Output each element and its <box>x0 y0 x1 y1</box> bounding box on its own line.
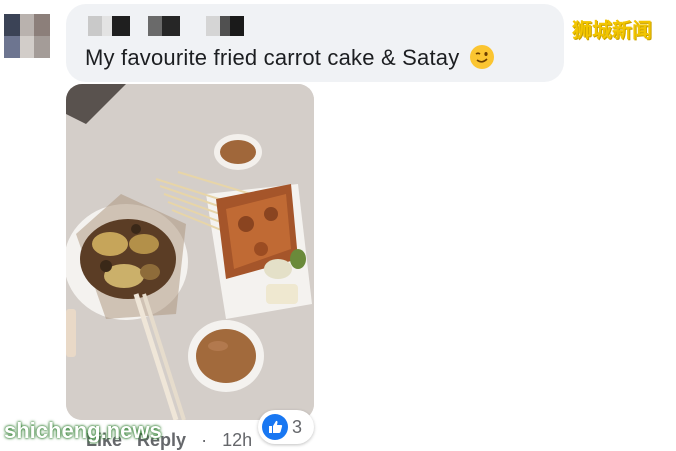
site-watermark: shicheng.news <box>4 418 162 443</box>
author-name-censored[interactable] <box>88 16 258 36</box>
comment-bubble: My favourite fried carrot cake & Satay <box>66 4 564 82</box>
watermark-text: 狮城新闻 <box>572 18 652 42</box>
reaction-count: 3 <box>292 417 303 437</box>
food-photo[interactable] <box>66 84 314 420</box>
thumbs-up-icon <box>262 414 288 440</box>
avatar[interactable] <box>4 14 50 58</box>
comment-time[interactable]: 12h <box>222 430 252 450</box>
wink-emoji-icon <box>469 45 494 69</box>
comment-body: My favourite fried carrot cake & Satay <box>85 45 460 70</box>
reactions-badge[interactable]: 3 <box>258 410 314 444</box>
separator-dot: · <box>201 430 208 450</box>
comment-text: My favourite fried carrot cake & Satay <box>85 45 494 71</box>
